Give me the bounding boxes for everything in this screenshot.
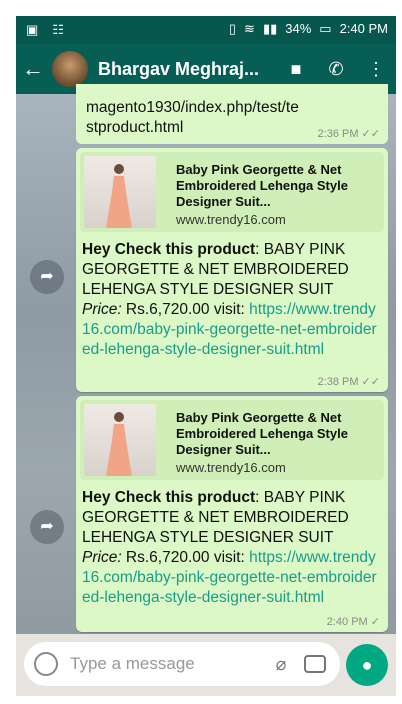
input-bar: Type a message ⌀ ●	[16, 634, 396, 696]
message-icon: ▣	[26, 22, 39, 37]
phone-frame: ▣ ☷ ▯ ≋ ▮▮ 34% ▭ 2:40 PM ← Bhargav Meghr…	[0, 0, 402, 704]
message-text: Hey Check this product: BABY PINK GEORGE…	[82, 240, 380, 360]
message-time: 2:38 PM ✓✓	[317, 376, 380, 388]
product-thumbnail	[84, 156, 156, 228]
message-input-container[interactable]: Type a message ⌀	[24, 642, 340, 686]
preview-title: Baby Pink Georgette & Net Embroidered Le…	[176, 162, 348, 209]
message-link-text[interactable]: magento1930/index.php/test/testproduct.h…	[86, 98, 306, 138]
message-bold: Hey Check this product	[82, 489, 256, 506]
battery-icon: ▭	[319, 21, 332, 36]
forward-icon[interactable]: ➦	[30, 510, 64, 544]
usb-icon: ☷	[52, 22, 64, 37]
video-call-icon[interactable]: ■	[276, 59, 316, 80]
back-arrow-icon[interactable]: ←	[22, 56, 48, 82]
link-preview[interactable]: Baby Pink Georgette & Net Embroidered Le…	[80, 152, 384, 232]
avatar[interactable]	[52, 51, 88, 87]
message-bubble[interactable]: Baby Pink Georgette & Net Embroidered Le…	[76, 396, 388, 632]
preview-domain: www.trendy16.com	[176, 460, 286, 475]
message-text: Hey Check this product: BABY PINK GEORGE…	[82, 488, 380, 608]
wifi-icon: ≋	[244, 21, 255, 36]
vibrate-icon: ▯	[228, 21, 237, 36]
message-bubble[interactable]: Baby Pink Georgette & Net Embroidered Le…	[76, 148, 388, 392]
contact-name[interactable]: Bhargav Meghraj...	[98, 59, 276, 80]
battery-percent: 34%	[285, 21, 312, 36]
product-thumbnail	[84, 404, 156, 476]
message-time: 2:36 PM ✓✓	[317, 128, 380, 140]
phone-icon[interactable]: ✆	[316, 59, 356, 80]
signal-icon: ▮▮	[262, 21, 278, 36]
message-time: 2:40 PM ✓	[326, 616, 380, 628]
preview-title: Baby Pink Georgette & Net Embroidered Le…	[176, 410, 348, 457]
camera-icon[interactable]	[304, 655, 326, 673]
price-label: Price:	[82, 549, 122, 566]
emoji-icon[interactable]	[34, 652, 58, 676]
message-bold: Hey Check this product	[82, 241, 256, 258]
screen: ▣ ☷ ▯ ≋ ▮▮ 34% ▭ 2:40 PM ← Bhargav Meghr…	[16, 16, 396, 696]
clock: 2:40 PM	[339, 21, 388, 36]
price-label: Price:	[82, 301, 122, 318]
price-value: Rs.6,720.00 visit:	[121, 549, 250, 566]
status-bar: ▣ ☷ ▯ ≋ ▮▮ 34% ▭ 2:40 PM	[16, 16, 396, 44]
message-input[interactable]: Type a message	[70, 654, 268, 674]
more-options-icon[interactable]: ⋮	[356, 59, 396, 80]
preview-domain: www.trendy16.com	[176, 212, 286, 227]
chat-area: magento1930/index.php/test/testproduct.h…	[16, 84, 396, 634]
price-value: Rs.6,720.00 visit:	[121, 301, 250, 318]
microphone-button[interactable]: ●	[346, 644, 388, 686]
message-bubble[interactable]: magento1930/index.php/test/testproduct.h…	[76, 84, 388, 144]
link-preview[interactable]: Baby Pink Georgette & Net Embroidered Le…	[80, 400, 384, 480]
attachment-icon[interactable]: ⌀	[268, 654, 294, 675]
forward-icon[interactable]: ➦	[30, 260, 64, 294]
